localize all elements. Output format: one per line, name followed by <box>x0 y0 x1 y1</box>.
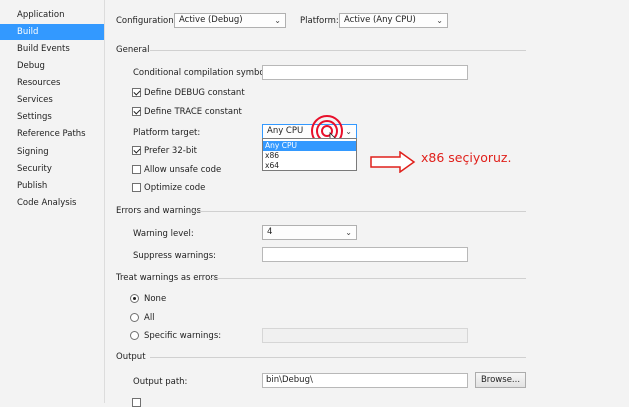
sidebar-item-application[interactable]: Application <box>0 7 104 23</box>
platform-value: Active (Any CPU) <box>344 15 416 25</box>
conditional-symbols-input[interactable] <box>262 65 468 80</box>
prefer32-checkbox[interactable] <box>132 146 141 155</box>
section-divider <box>210 278 526 279</box>
annotation-text: x86 seçiyoruz. <box>421 150 512 165</box>
output-path-label: Output path: <box>133 377 188 387</box>
chevron-down-icon: ⌄ <box>274 16 281 25</box>
section-output-title: Output <box>116 352 146 362</box>
warning-level-label: Warning level: <box>133 229 194 239</box>
unsafe-code-checkbox[interactable] <box>132 165 141 174</box>
optimize-code-checkbox[interactable] <box>132 183 141 192</box>
specific-warnings-radio[interactable] <box>130 331 139 340</box>
optimize-code-label: Optimize code <box>144 183 206 193</box>
section-treat-warnings-title: Treat warnings as errors <box>116 273 219 283</box>
platform-target-dropdown-list[interactable]: Any CPU x86 x64 <box>262 138 357 171</box>
sidebar-item-code-analysis[interactable]: Code Analysis <box>0 195 104 211</box>
none-radio-label: None <box>144 294 167 304</box>
define-debug-checkbox[interactable] <box>132 88 141 97</box>
section-divider <box>150 50 526 51</box>
section-divider <box>150 357 526 358</box>
define-debug-label: Define DEBUG constant <box>144 88 245 98</box>
configuration-label: Configuration: <box>116 16 177 26</box>
sidebar-item-services[interactable]: Services <box>0 92 104 108</box>
warning-level-select[interactable]: 4 ⌄ <box>262 225 357 240</box>
platform-target-label: Platform target: <box>133 128 201 138</box>
sidebar-item-publish[interactable]: Publish <box>0 178 104 194</box>
platform-label: Platform: <box>300 16 339 26</box>
dropdown-option-any-cpu[interactable]: Any CPU <box>263 141 356 151</box>
platform-select[interactable]: Active (Any CPU) ⌄ <box>339 13 448 28</box>
sidebar-item-reference-paths[interactable]: Reference Paths <box>0 126 104 142</box>
output-path-input[interactable]: bin\Debug\ <box>262 373 468 388</box>
section-errors-title: Errors and warnings <box>116 206 202 216</box>
browse-button[interactable]: Browse... <box>475 372 526 388</box>
dropdown-option-x64[interactable]: x64 <box>263 161 356 171</box>
define-trace-checkbox[interactable] <box>132 107 141 116</box>
conditional-symbols-label: Conditional compilation symbols: <box>133 68 275 78</box>
suppress-warnings-label: Suppress warnings: <box>133 251 216 261</box>
chevron-down-icon: ⌄ <box>345 228 352 237</box>
unsafe-code-label: Allow unsafe code <box>144 165 222 175</box>
sidebar: Application Build Build Events Debug Res… <box>0 0 105 403</box>
sidebar-item-settings[interactable]: Settings <box>0 109 104 125</box>
sidebar-item-build[interactable]: Build <box>0 24 104 40</box>
configuration-select[interactable]: Active (Debug) ⌄ <box>174 13 286 28</box>
warning-level-value: 4 <box>267 227 273 237</box>
configuration-value: Active (Debug) <box>179 15 243 25</box>
section-divider <box>195 211 526 212</box>
prefer32-label: Prefer 32-bit <box>144 146 197 156</box>
sidebar-item-build-events[interactable]: Build Events <box>0 41 104 57</box>
none-radio[interactable] <box>130 294 139 303</box>
sidebar-item-debug[interactable]: Debug <box>0 58 104 74</box>
sidebar-item-security[interactable]: Security <box>0 161 104 177</box>
section-general-title: General <box>116 45 150 55</box>
dropdown-option-x86[interactable]: x86 <box>263 151 356 161</box>
platform-target-value: Any CPU <box>267 126 304 136</box>
define-trace-label: Define TRACE constant <box>144 107 242 117</box>
chevron-down-icon: ⌄ <box>436 16 443 25</box>
sidebar-item-signing[interactable]: Signing <box>0 144 104 160</box>
specific-warnings-label: Specific warnings: <box>144 331 222 341</box>
sidebar-item-resources[interactable]: Resources <box>0 75 104 91</box>
right-arrow-icon <box>370 151 416 173</box>
suppress-warnings-input[interactable] <box>262 247 468 262</box>
all-radio-label: All <box>144 313 155 323</box>
all-radio[interactable] <box>130 313 139 322</box>
specific-warnings-input[interactable] <box>262 328 468 343</box>
